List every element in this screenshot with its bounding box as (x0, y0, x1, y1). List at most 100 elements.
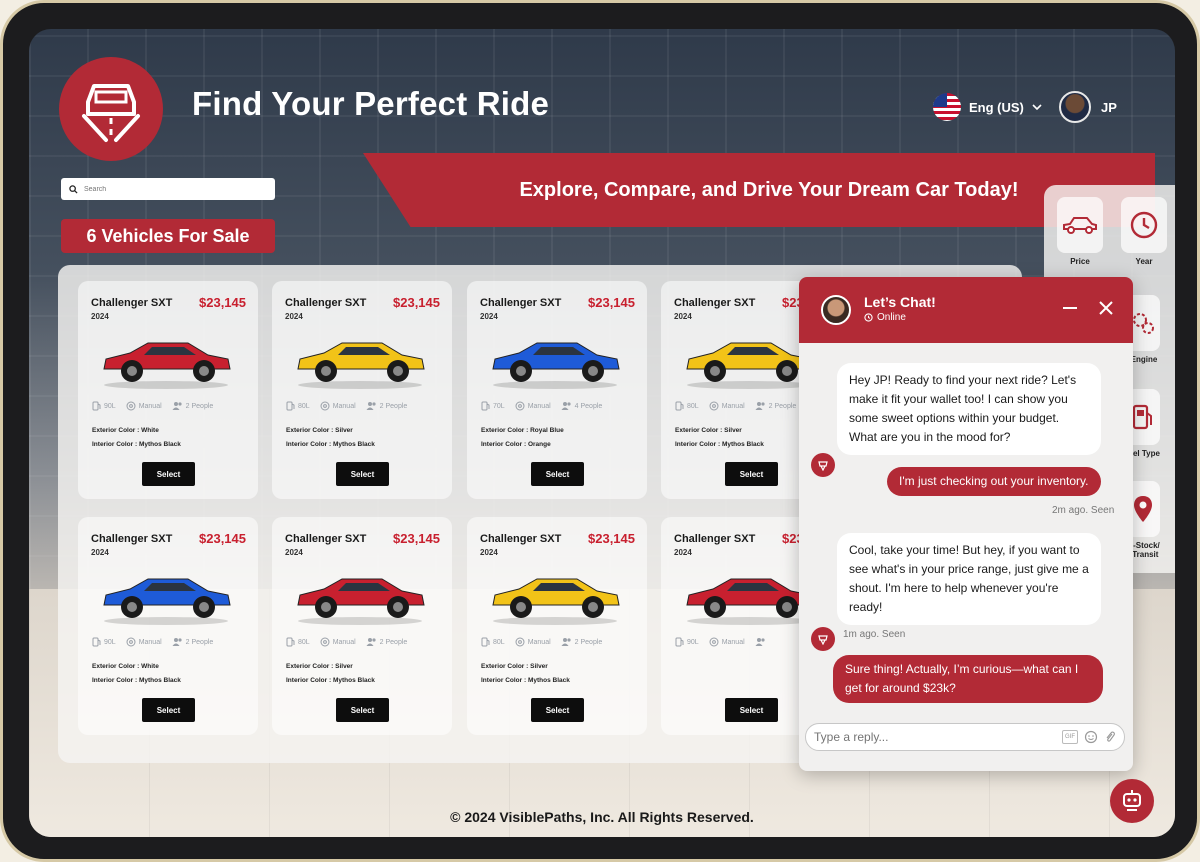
vehicle-year: 2024 (674, 312, 692, 321)
seats-spec: 2 People (172, 637, 213, 647)
car-image-icon (103, 578, 231, 625)
seat-count: 2 People (768, 402, 797, 410)
vehicle-name: Challenger SXT (285, 533, 367, 545)
reply-bar: GIF (805, 723, 1125, 751)
vehicle-year: 2024 (480, 312, 498, 321)
vehicle-name: Challenger SXT (285, 297, 367, 309)
transmission-spec: Manual (515, 637, 551, 647)
vehicle-name: Challenger SXT (91, 297, 173, 309)
transmission-spec: Manual (126, 637, 162, 647)
language-selector[interactable]: Eng (US) (933, 93, 1042, 121)
select-button[interactable]: Select (531, 698, 584, 722)
fuel-capacity: 80L (298, 402, 310, 410)
steering-wheel-icon (320, 401, 330, 411)
seats-spec: 2 People (755, 401, 797, 411)
vehicle-name: Challenger SXT (674, 297, 756, 309)
people-icon (561, 402, 571, 410)
user-message: Sure thing! Actually, I’m curious—what c… (833, 655, 1103, 703)
search-input[interactable] (84, 185, 264, 193)
fuel-capacity: 80L (298, 638, 310, 646)
chat-header: Let’s Chat! Online (799, 277, 1133, 343)
transmission-spec: Manual (320, 401, 356, 411)
transmission-type: Manual (527, 402, 551, 410)
seat-count: 2 People (574, 638, 603, 646)
banner-text: Explore, Compare, and Drive Your Dream C… (519, 178, 1019, 201)
vehicle-year: 2024 (91, 548, 109, 557)
select-button[interactable]: Select (531, 462, 584, 486)
fuel-icon (481, 637, 490, 647)
transmission-type: Manual (332, 402, 356, 410)
seats-spec: 2 People (366, 401, 408, 411)
select-button[interactable]: Select (142, 462, 195, 486)
footer-copyright: © 2024 VisiblePaths, Inc. All Rights Res… (450, 809, 754, 825)
vehicle-year: 2024 (285, 312, 303, 321)
select-button[interactable]: Select (336, 462, 389, 486)
seats-spec: 2 People (366, 637, 407, 647)
message-meta: 2m ago. Seen (1052, 505, 1115, 516)
gif-button[interactable]: GIF (1062, 730, 1078, 744)
steering-wheel-icon (126, 637, 136, 647)
vehicle-specs: 70L Manual 4 People (481, 401, 602, 411)
transmission-type: Manual (527, 638, 551, 646)
vehicle-year: 2024 (91, 312, 109, 321)
filter-label: Price (1070, 257, 1090, 266)
close-icon[interactable] (1097, 299, 1115, 317)
seats-spec (755, 637, 769, 647)
vehicle-card: Challenger SXT 2024 $23,145 80L Manual 2 Peop… (272, 281, 452, 499)
language-label: Eng (US) (969, 99, 1024, 115)
attachment-icon[interactable] (1104, 730, 1116, 744)
vehicle-specs: 90L Manual 2 People (92, 401, 213, 411)
car-image-icon (297, 578, 425, 625)
filter-price[interactable]: Price (1054, 197, 1106, 266)
location-pin-icon (1134, 496, 1152, 522)
transmission-type: Manual (138, 638, 162, 646)
filter-year[interactable]: Year (1118, 197, 1170, 266)
people-icon (366, 402, 376, 410)
search-bar[interactable] (61, 178, 275, 200)
vehicle-price: $23,145 (199, 531, 246, 546)
transmission-type: Manual (721, 402, 745, 410)
fuel-icon (286, 401, 295, 411)
people-icon (366, 638, 376, 646)
reply-input[interactable] (814, 730, 1057, 744)
steering-wheel-icon (126, 401, 136, 411)
select-button[interactable]: Select (142, 698, 195, 722)
exterior-color: Exterior Color : Royal Blue (481, 427, 564, 434)
steering-wheel-icon (320, 637, 330, 647)
clock-icon (864, 313, 873, 322)
exterior-color: Exterior Color : White (92, 663, 159, 670)
fuel-capacity: 90L (104, 402, 116, 410)
people-icon (172, 402, 182, 410)
car-image-icon (686, 342, 814, 389)
fuel-icon (675, 401, 684, 411)
car-icon (1063, 217, 1097, 234)
fuel-capacity: 80L (687, 402, 699, 410)
clock-icon (1130, 211, 1158, 239)
car-image-icon (103, 342, 231, 389)
car-image-icon (492, 342, 620, 389)
select-button[interactable]: Select (725, 462, 778, 486)
seats-spec: 4 People (561, 401, 602, 411)
transmission-spec: Manual (126, 401, 162, 411)
select-button[interactable]: Select (725, 698, 778, 722)
transmission-spec: Manual (709, 401, 745, 411)
chat-widget: Let’s Chat! Online Hey JP! Ready to find… (799, 277, 1133, 771)
people-icon (561, 638, 571, 646)
select-button[interactable]: Select (336, 698, 389, 722)
emoji-icon[interactable] (1084, 730, 1098, 744)
fuel-capacity: 80L (493, 638, 505, 646)
fuel-capacity: 90L (104, 638, 116, 646)
vehicle-card: Challenger SXT 2024 $23,145 80L Manual 2 Peop… (467, 517, 647, 735)
fuel-icon (675, 637, 684, 647)
people-icon (755, 638, 765, 646)
transmission-type: Manual (721, 638, 745, 646)
steering-wheel-icon (515, 637, 525, 647)
exterior-color: Exterior Color : Silver (286, 663, 353, 670)
fuel-spec: 90L (92, 401, 116, 411)
seat-count: 2 People (379, 402, 408, 410)
fuel-icon (92, 637, 101, 647)
user-profile[interactable]: JP (1059, 91, 1117, 123)
vehicle-year: 2024 (285, 548, 303, 557)
exterior-color: Exterior Color : White (92, 427, 159, 434)
minimize-icon[interactable] (1061, 299, 1079, 317)
